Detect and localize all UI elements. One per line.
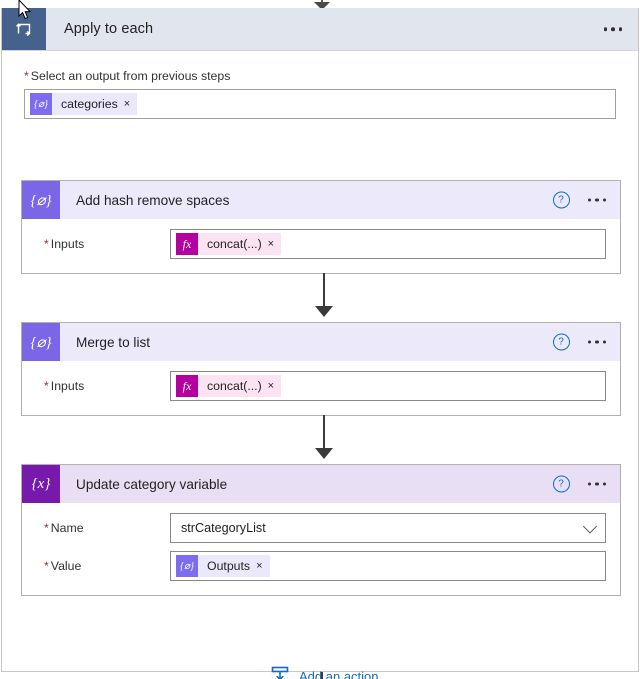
- variable-name-dropdown[interactable]: strCategoryList: [170, 513, 606, 543]
- dynamic-content-icon: {⌀}: [30, 93, 52, 115]
- help-icon[interactable]: ?: [552, 333, 570, 351]
- token-chip-label: categories: [61, 97, 118, 111]
- apply-to-each-body: * Select an output from previous steps {⌀…: [2, 51, 638, 679]
- add-an-action-button[interactable]: Add an action: [270, 666, 379, 679]
- form-row-inputs: * Inputs fx concat(...) ×: [22, 371, 620, 401]
- close-icon[interactable]: ×: [268, 380, 281, 392]
- compose-icon: {⌀}: [22, 181, 60, 219]
- action-card-body: * Name strCategoryList * Value {⌀} Outpu…: [22, 503, 620, 595]
- form-row-value: * Value {⌀} Outputs ×: [22, 551, 620, 581]
- action-card-header[interactable]: {⌀} Add hash remove spaces ?: [22, 181, 620, 219]
- fx-icon: fx: [176, 375, 198, 397]
- apply-to-each-title: Apply to each: [64, 21, 154, 37]
- token-chip-concat[interactable]: fx concat(...) ×: [176, 375, 282, 397]
- loop-icon: [2, 8, 46, 50]
- action-card-actions: ?: [552, 475, 606, 493]
- action-card-update-category-variable: {x} Update category variable ? * Name st…: [21, 464, 621, 596]
- form-row-name: * Name strCategoryList: [22, 513, 620, 543]
- form-row-inputs: * Inputs fx concat(...) ×: [22, 229, 620, 259]
- close-icon[interactable]: ×: [268, 238, 281, 250]
- help-icon[interactable]: ?: [552, 191, 570, 209]
- bottom-connector-line: [321, 672, 323, 679]
- variable-value-field[interactable]: {⌀} Outputs ×: [170, 551, 606, 581]
- inputs-field[interactable]: fx concat(...) ×: [170, 371, 606, 401]
- overflow-menu-icon[interactable]: [587, 198, 606, 202]
- token-chip-label: concat(...): [207, 237, 262, 251]
- token-chip-label: Outputs: [207, 559, 251, 573]
- fx-icon: fx: [176, 233, 198, 255]
- close-icon[interactable]: ×: [256, 560, 269, 572]
- add-an-action-label: Add an action: [299, 668, 379, 679]
- required-asterisk: *: [44, 521, 49, 535]
- required-asterisk: *: [44, 379, 49, 393]
- required-asterisk: *: [24, 69, 29, 83]
- action-card-body: * Inputs fx concat(...) ×: [22, 219, 620, 273]
- action-card-actions: ?: [552, 191, 606, 209]
- inputs-field[interactable]: fx concat(...) ×: [170, 229, 606, 259]
- close-icon[interactable]: ×: [124, 98, 137, 110]
- field-label-inputs: * Inputs: [44, 237, 85, 251]
- field-label-value: * Value: [44, 559, 82, 573]
- token-chip-concat[interactable]: fx concat(...) ×: [176, 233, 282, 255]
- connector-line-2: [323, 415, 325, 452]
- action-card-add-hash-remove-spaces: {⌀} Add hash remove spaces ? * Inputs fx…: [21, 180, 621, 274]
- field-label-inputs: * Inputs: [44, 379, 85, 393]
- action-card-title: Add hash remove spaces: [76, 192, 230, 208]
- foreach-output-label: * Select an output from previous steps: [24, 69, 231, 83]
- connector-arrow-2: [315, 448, 333, 459]
- field-label-name: * Name: [44, 521, 84, 535]
- connector-line-1: [323, 273, 325, 310]
- action-card-body: * Inputs fx concat(...) ×: [22, 361, 620, 415]
- variable-icon: {x}: [22, 465, 60, 503]
- apply-to-each-card: Apply to each * Select an output from pre…: [1, 8, 639, 679]
- chevron-down-icon[interactable]: [582, 519, 598, 534]
- compose-icon: {⌀}: [22, 323, 60, 361]
- action-card-merge-to-list: {⌀} Merge to list ? * Inputs fx concat(.…: [21, 322, 621, 416]
- token-chip-label: concat(...): [207, 379, 262, 393]
- add-action-icon: [270, 666, 290, 679]
- required-asterisk: *: [44, 237, 49, 251]
- dynamic-content-icon: {⌀}: [176, 555, 198, 577]
- action-card-actions: ?: [552, 333, 606, 351]
- apply-to-each-overflow-menu-icon[interactable]: [603, 27, 622, 31]
- action-card-header[interactable]: {x} Update category variable ?: [22, 465, 620, 503]
- token-chip-categories[interactable]: {⌀} categories ×: [30, 93, 138, 115]
- apply-to-each-header[interactable]: Apply to each: [2, 8, 638, 51]
- foreach-output-field: * Select an output from previous steps {⌀…: [2, 51, 638, 119]
- variable-name-value: strCategoryList: [181, 521, 266, 535]
- action-card-title: Merge to list: [76, 334, 151, 350]
- action-card-title: Update category variable: [76, 476, 228, 492]
- help-icon[interactable]: ?: [552, 475, 570, 493]
- token-chip-outputs[interactable]: {⌀} Outputs ×: [176, 555, 270, 577]
- required-asterisk: *: [44, 559, 49, 573]
- flow-designer-canvas: Apply to each * Select an output from pre…: [0, 0, 644, 679]
- connector-arrow-1: [315, 306, 333, 317]
- overflow-menu-icon[interactable]: [587, 482, 606, 486]
- foreach-output-input[interactable]: {⌀} categories ×: [24, 89, 616, 119]
- overflow-menu-icon[interactable]: [587, 340, 606, 344]
- action-card-header[interactable]: {⌀} Merge to list ?: [22, 323, 620, 361]
